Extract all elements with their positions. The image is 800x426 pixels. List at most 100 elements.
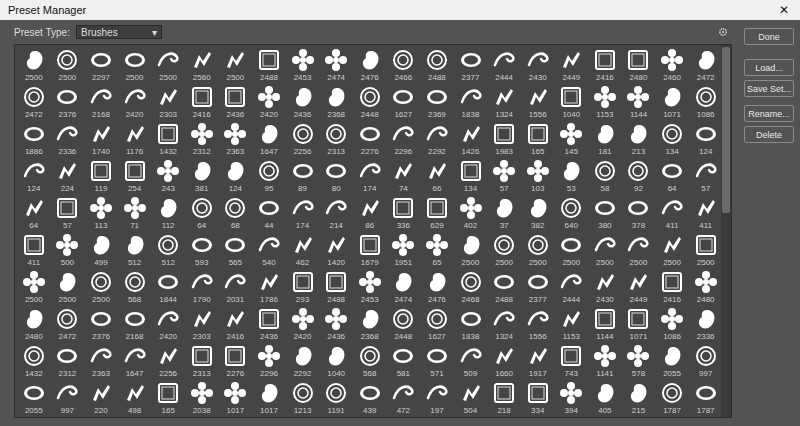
- brush-preset[interactable]: 66: [420, 158, 454, 195]
- brush-preset[interactable]: 103: [521, 158, 555, 195]
- brush-preset[interactable]: 1040: [555, 84, 589, 121]
- brush-preset[interactable]: 57: [487, 158, 521, 195]
- brush-preset[interactable]: 113: [84, 195, 118, 232]
- brush-preset[interactable]: 2500: [219, 47, 253, 84]
- brush-preset[interactable]: 174: [286, 195, 320, 232]
- brush-preset[interactable]: 2472: [17, 84, 51, 121]
- brush-preset[interactable]: 2468: [454, 269, 488, 306]
- brush-preset[interactable]: 1679: [353, 232, 387, 269]
- brush-preset[interactable]: 119: [84, 158, 118, 195]
- brush-preset[interactable]: 2488: [319, 269, 353, 306]
- brush-preset[interactable]: 1951: [387, 232, 421, 269]
- brush-preset[interactable]: 1786: [252, 269, 286, 306]
- brush-preset[interactable]: 1647: [118, 343, 152, 380]
- brush-preset[interactable]: 1627: [387, 84, 421, 121]
- brush-preset[interactable]: 568: [353, 343, 387, 380]
- brush-preset[interactable]: 2476: [420, 269, 454, 306]
- brush-preset[interactable]: 2480: [622, 47, 656, 84]
- brush-preset[interactable]: 1838: [454, 306, 488, 343]
- brush-preset[interactable]: 2256: [151, 343, 185, 380]
- brush-preset[interactable]: 254: [118, 158, 152, 195]
- scrollbar-thumb[interactable]: [722, 47, 730, 213]
- brush-preset[interactable]: 2369: [420, 84, 454, 121]
- brush-preset[interactable]: 499: [84, 232, 118, 269]
- brush-preset[interactable]: 2296: [252, 343, 286, 380]
- brush-preset[interactable]: 439: [353, 380, 387, 417]
- brush-preset[interactable]: 2500: [487, 232, 521, 269]
- brush-preset[interactable]: 1191: [319, 380, 353, 417]
- brush-preset[interactable]: 2500: [521, 232, 555, 269]
- brush-preset[interactable]: 1176: [118, 121, 152, 158]
- brush-preset[interactable]: 2256: [286, 121, 320, 158]
- brush-preset[interactable]: 293: [286, 269, 320, 306]
- brush-preset[interactable]: 2038: [185, 380, 219, 417]
- brush-preset[interactable]: 1213: [286, 380, 320, 417]
- brush-preset[interactable]: 2377: [454, 47, 488, 84]
- brush-preset[interactable]: 1324: [487, 84, 521, 121]
- brush-preset[interactable]: 1071: [622, 306, 656, 343]
- brush-preset[interactable]: 243: [151, 158, 185, 195]
- brush-preset[interactable]: 2363: [219, 121, 253, 158]
- brush-preset[interactable]: 2500: [454, 232, 488, 269]
- brush-preset[interactable]: 2055: [655, 343, 689, 380]
- brush-preset[interactable]: 1844: [151, 269, 185, 306]
- brush-preset[interactable]: 411: [17, 232, 51, 269]
- brush-preset[interactable]: 2444: [487, 47, 521, 84]
- brush-preset[interactable]: 411: [689, 195, 721, 232]
- brush-preset[interactable]: 124: [17, 158, 51, 195]
- brush-preset[interactable]: 2313: [185, 343, 219, 380]
- brush-preset[interactable]: 2560: [185, 47, 219, 84]
- brush-preset[interactable]: 334: [521, 380, 555, 417]
- brush-preset[interactable]: 1420: [319, 232, 353, 269]
- brush-preset[interactable]: 1627: [420, 306, 454, 343]
- scrollbar[interactable]: [721, 45, 731, 417]
- brush-preset[interactable]: 213: [622, 121, 656, 158]
- brush-preset[interactable]: 1432: [17, 343, 51, 380]
- brush-preset[interactable]: 80: [319, 158, 353, 195]
- brush-preset[interactable]: 2444: [555, 269, 589, 306]
- brush-preset[interactable]: 95: [252, 158, 286, 195]
- brush-preset[interactable]: 411: [655, 195, 689, 232]
- brush-preset[interactable]: 2488: [487, 269, 521, 306]
- brush-preset[interactable]: 593: [185, 232, 219, 269]
- brush-preset[interactable]: 500: [51, 232, 85, 269]
- brush-preset[interactable]: 2466: [387, 47, 421, 84]
- brush-preset[interactable]: 405: [588, 380, 622, 417]
- brush-preset[interactable]: 512: [151, 232, 185, 269]
- brush-preset[interactable]: 2500: [588, 232, 622, 269]
- brush-preset[interactable]: 472: [387, 380, 421, 417]
- brush-preset[interactable]: 568: [118, 269, 152, 306]
- preset-type-select[interactable]: Brushes▾: [76, 25, 162, 39]
- brush-preset[interactable]: 2055: [17, 380, 51, 417]
- brush-preset[interactable]: 2296: [387, 121, 421, 158]
- brush-preset[interactable]: 2312: [185, 121, 219, 158]
- brush-preset[interactable]: 2303: [185, 306, 219, 343]
- brush-preset[interactable]: 58: [588, 158, 622, 195]
- brush-preset[interactable]: 86: [353, 195, 387, 232]
- brush-preset[interactable]: 2500: [622, 232, 656, 269]
- delete-button[interactable]: Delete: [744, 126, 794, 143]
- brush-preset[interactable]: 2449: [555, 47, 589, 84]
- brush-preset[interactable]: 2276: [219, 343, 253, 380]
- brush-preset[interactable]: 640: [555, 195, 589, 232]
- brush-preset[interactable]: 2420: [151, 306, 185, 343]
- brush-preset[interactable]: 394: [555, 380, 589, 417]
- brush-preset[interactable]: 2416: [185, 84, 219, 121]
- brush-preset[interactable]: 215: [622, 380, 656, 417]
- brush-preset[interactable]: 2377: [521, 269, 555, 306]
- brush-preset[interactable]: 2500: [151, 47, 185, 84]
- brush-preset[interactable]: 134: [454, 158, 488, 195]
- brush-preset[interactable]: 37: [487, 195, 521, 232]
- brush-preset[interactable]: 2448: [387, 306, 421, 343]
- brush-preset[interactable]: 2430: [588, 269, 622, 306]
- brush-preset[interactable]: 462: [286, 232, 320, 269]
- brush-preset[interactable]: 1017: [219, 380, 253, 417]
- brush-preset[interactable]: 1556: [521, 84, 555, 121]
- brush-preset[interactable]: 997: [689, 343, 721, 380]
- brush-preset[interactable]: 181: [588, 121, 622, 158]
- brush-preset[interactable]: 2500: [689, 232, 721, 269]
- brush-preset[interactable]: 92: [622, 158, 656, 195]
- brush-preset[interactable]: 2312: [51, 343, 85, 380]
- brush-preset[interactable]: 1086: [689, 84, 721, 121]
- brush-preset[interactable]: 2276: [353, 121, 387, 158]
